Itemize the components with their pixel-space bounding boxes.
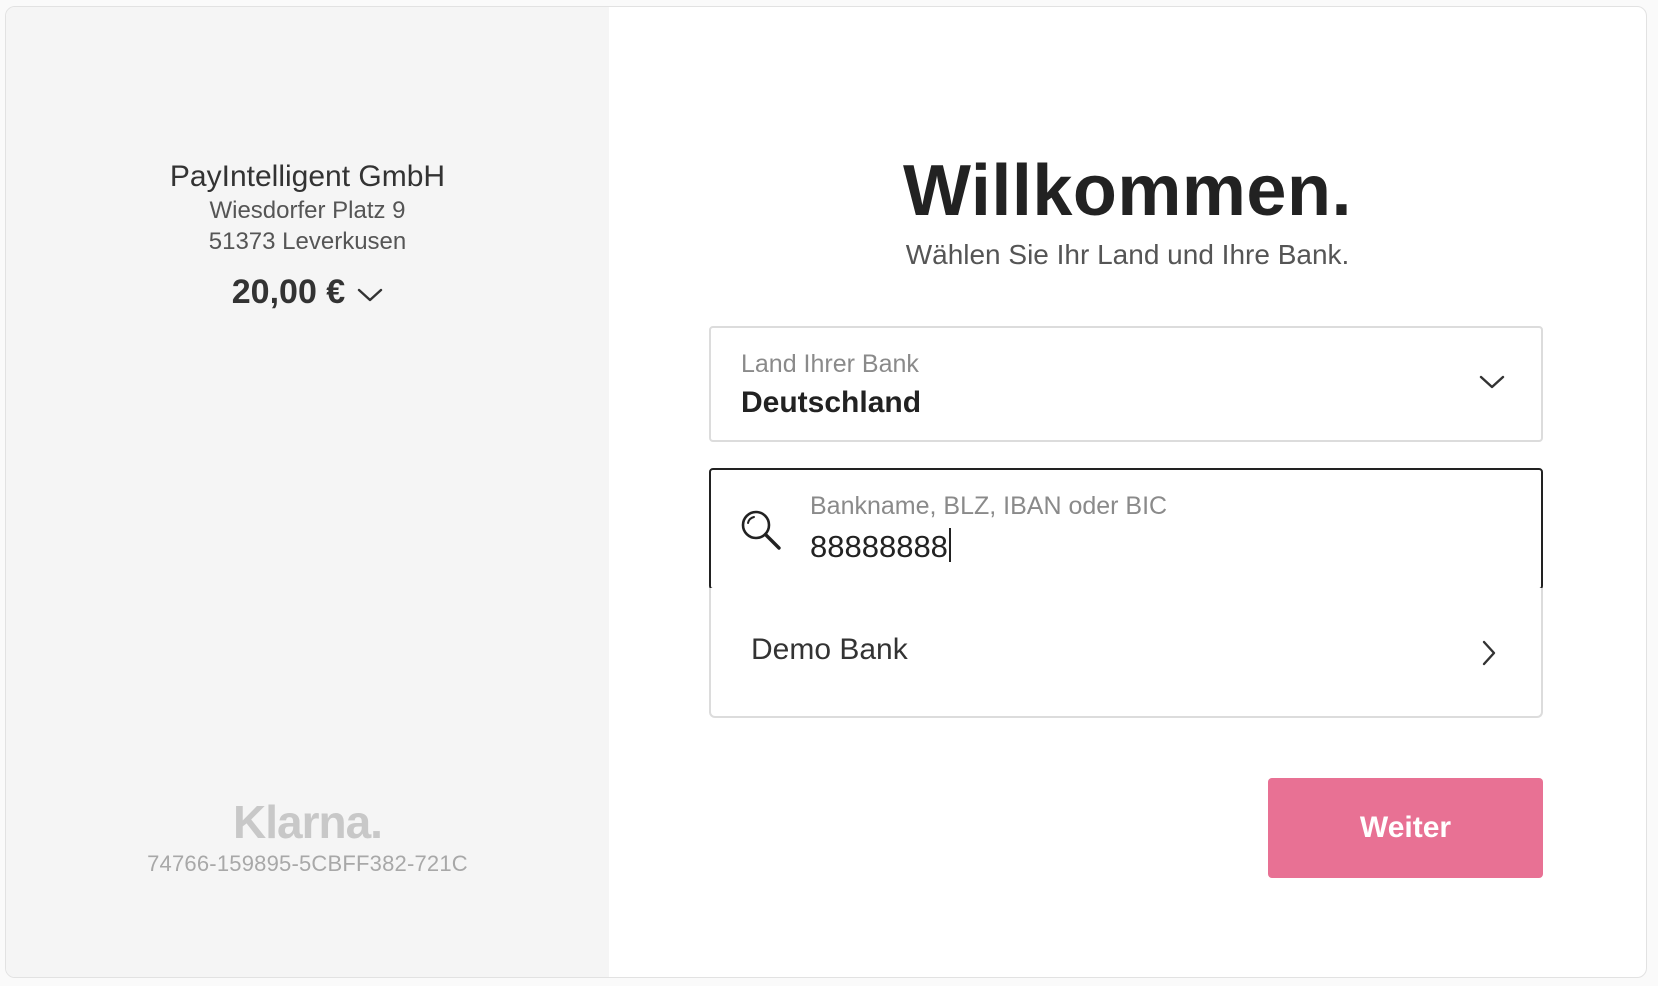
transaction-id: 74766-159895-5CBFF382-721C — [147, 851, 468, 876]
country-select-value: Deutschland — [741, 386, 922, 419]
chevron-down-icon — [358, 288, 383, 301]
continue-button[interactable]: Weiter — [1268, 778, 1543, 878]
bank-search-value: 88888888 — [810, 529, 948, 564]
list-item[interactable]: Demo Bank — [711, 588, 1541, 716]
page-title: Willkommen. — [903, 151, 1352, 231]
bank-search-input[interactable]: 88888888 — [810, 528, 951, 565]
bank-results-list: Demo Bank — [709, 588, 1543, 718]
chevron-down-icon — [1479, 375, 1505, 389]
order-summary-panel: PayIntelligent GmbH Wiesdorfer Platz 9 5… — [6, 7, 609, 977]
bank-result-name: Demo Bank — [751, 633, 908, 666]
payment-window: PayIntelligent GmbH Wiesdorfer Platz 9 5… — [5, 6, 1647, 978]
page-subtitle: Wählen Sie Ihr Land und Ihre Bank. — [905, 239, 1350, 270]
country-select-label: Land Ihrer Bank — [741, 350, 919, 378]
order-amount: 20,00 € — [231, 273, 346, 311]
chevron-right-icon — [1482, 640, 1496, 666]
bank-search-field[interactable]: Bankname, BLZ, IBAN oder BIC 88888888 — [709, 468, 1543, 590]
klarna-footer: Klarna. 74766-159895-5CBFF382-721C — [6, 797, 609, 877]
country-select[interactable]: Land Ihrer Bank Deutschland — [709, 326, 1543, 442]
text-cursor — [948, 528, 951, 562]
bank-search-placeholder: Bankname, BLZ, IBAN oder BIC — [810, 492, 1168, 520]
merchant-city: 51373 Leverkusen — [208, 228, 407, 255]
merchant-info: PayIntelligent GmbH Wiesdorfer Platz 9 5… — [6, 159, 609, 312]
merchant-street: Wiesdorfer Platz 9 — [209, 197, 406, 224]
klarna-logo: Klarna. — [233, 796, 383, 848]
amount-toggle[interactable]: 20,00 € — [6, 273, 609, 312]
search-icon — [741, 510, 781, 550]
merchant-name: PayIntelligent GmbH — [169, 160, 446, 193]
